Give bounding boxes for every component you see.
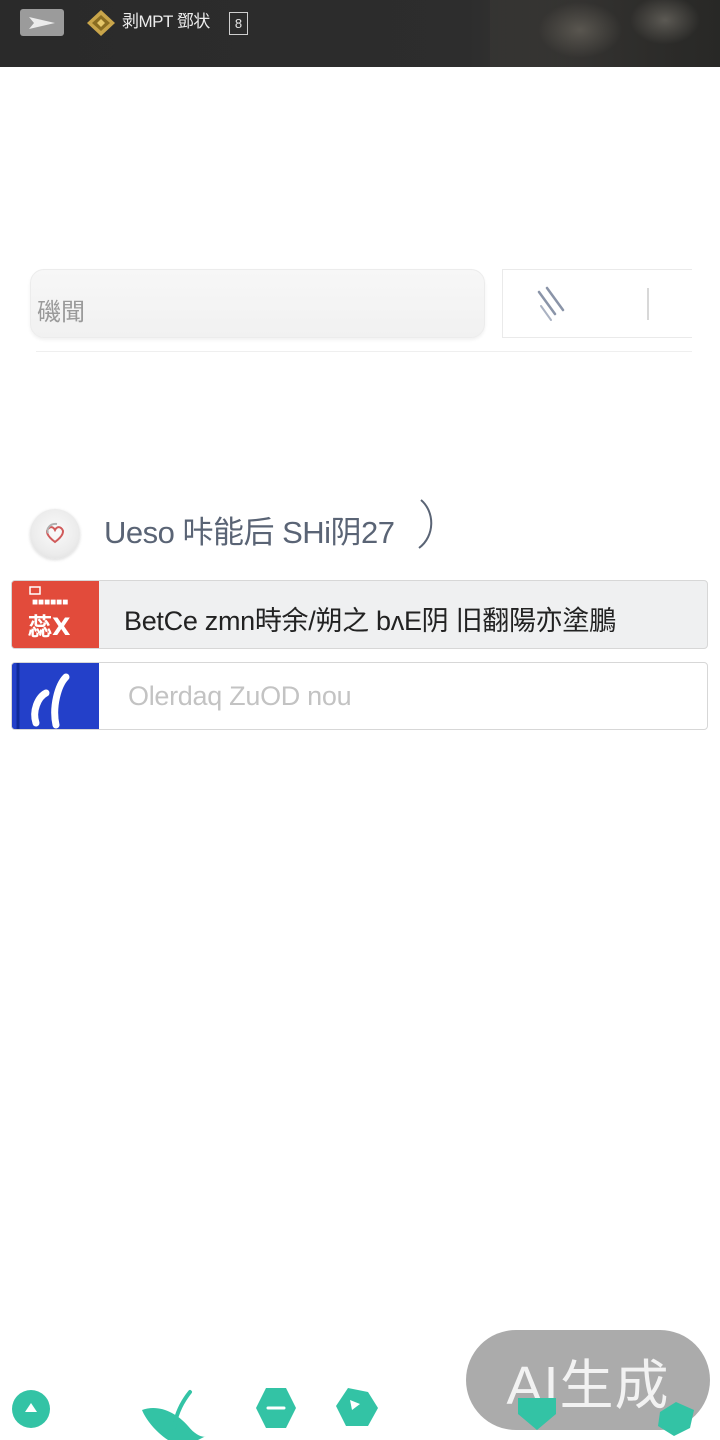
item-thumb-text: 蕊X — [28, 613, 71, 641]
header-background-photo — [490, 0, 720, 67]
leaf-icon[interactable] — [138, 1386, 210, 1440]
up-arrow-icon[interactable] — [10, 1388, 52, 1430]
search-divider — [647, 288, 649, 320]
search-placeholder: 磯聞 — [37, 299, 85, 326]
play-arrow-icon — [29, 16, 55, 29]
minus-icon[interactable] — [254, 1386, 298, 1430]
list-item[interactable]: ■■■■■■ 蕊X BetCe zmn時余/朔之 bʌE阴 旧翻陽亦塗鵬 — [11, 580, 708, 649]
tag-icon[interactable] — [336, 1388, 378, 1426]
item-label: BetCe zmn時余/朔之 bʌE阴 旧翻陽亦塗鵬 — [124, 606, 616, 636]
top-bar: 剥MPT 鄧状 8 — [0, 0, 720, 67]
section-paren — [418, 499, 433, 549]
item-thumbnail — [12, 663, 99, 729]
section-title: Ueso 咔能后 SHi阴27 — [104, 515, 395, 550]
section-avatar — [30, 509, 80, 559]
heart-icon — [46, 522, 64, 544]
back-button[interactable] — [20, 9, 64, 36]
item-label: Olerdaq ZuOD nou — [128, 681, 352, 711]
app-title: 剥MPT 鄧状 — [122, 12, 210, 31]
diamond-icon[interactable] — [654, 1398, 698, 1438]
svg-text:■■■■■■: ■■■■■■ — [32, 597, 68, 608]
list-item[interactable]: Olerdaq ZuOD nou — [11, 662, 708, 730]
search-input[interactable]: 磯聞 — [30, 269, 485, 338]
badge-box[interactable]: 8 — [229, 12, 248, 35]
search-button[interactable] — [502, 269, 692, 338]
shield-icon[interactable] — [516, 1392, 558, 1432]
search-underline — [36, 351, 692, 352]
item-thumbnail: ■■■■■■ 蕊X — [12, 581, 99, 648]
logo-icon — [87, 10, 115, 36]
slash-icon — [537, 286, 565, 321]
